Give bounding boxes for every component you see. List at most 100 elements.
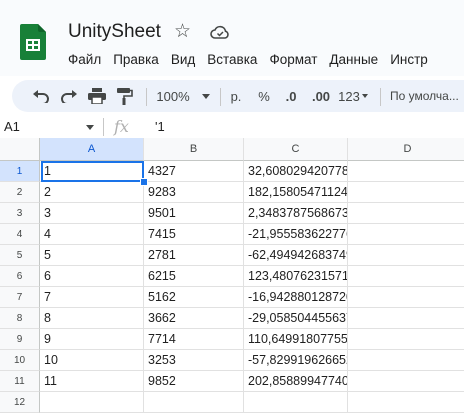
- cell-d8[interactable]: [348, 308, 464, 329]
- print-icon[interactable]: [86, 80, 108, 112]
- cell-b7[interactable]: 5162: [144, 287, 244, 308]
- cell-b3[interactable]: 9501: [144, 203, 244, 224]
- cell-c6[interactable]: 123,48076231571376: [244, 266, 348, 287]
- menu-file[interactable]: Файл: [68, 50, 101, 70]
- cell-a2[interactable]: 2: [40, 182, 144, 203]
- chevron-down-icon[interactable]: [86, 125, 94, 130]
- sheets-logo-icon[interactable]: [20, 24, 46, 60]
- number-format-select[interactable]: 123: [336, 80, 370, 112]
- cell-b4[interactable]: 7415: [144, 224, 244, 245]
- cell-c1[interactable]: 32,60802942077842: [244, 161, 348, 182]
- row-header[interactable]: 7: [0, 287, 40, 308]
- menu-insert[interactable]: Вставка: [207, 50, 257, 70]
- cell-c4[interactable]: -21,95558362277655: [244, 224, 348, 245]
- menu-format[interactable]: Формат: [269, 50, 317, 70]
- cell-a7[interactable]: 7: [40, 287, 144, 308]
- zoom-select[interactable]: 100%: [152, 80, 214, 112]
- font-family-select[interactable]: По умолча...: [390, 80, 464, 112]
- zoom-value: 100%: [156, 88, 190, 104]
- cell-a8[interactable]: 8: [40, 308, 144, 329]
- column-header-c[interactable]: C: [244, 138, 348, 161]
- toolbar: 100% р. % .0 .00 123 По умолча...: [12, 80, 464, 112]
- menu-edit[interactable]: Правка: [113, 50, 159, 70]
- cell-d2[interactable]: [348, 182, 464, 203]
- cell-d10[interactable]: [348, 350, 464, 371]
- column-header-a[interactable]: A: [40, 138, 144, 161]
- row-header[interactable]: 2: [0, 182, 40, 203]
- cell-d9[interactable]: [348, 329, 464, 350]
- cell-a1[interactable]: 1: [40, 161, 144, 182]
- row-header[interactable]: 8: [0, 308, 40, 329]
- number-format-label: 123: [338, 88, 360, 104]
- row-header[interactable]: 4: [0, 224, 40, 245]
- cell-b8[interactable]: 3662: [144, 308, 244, 329]
- cloud-status-icon[interactable]: [210, 24, 230, 40]
- cell-a4[interactable]: 4: [40, 224, 144, 245]
- undo-icon[interactable]: [30, 80, 52, 112]
- cell-a3[interactable]: 3: [40, 203, 144, 224]
- cell-c10[interactable]: -57,82991962665284: [244, 350, 348, 371]
- decrease-decimal-label: .0: [285, 88, 297, 104]
- cell-a5[interactable]: 5: [40, 245, 144, 266]
- cell-c5[interactable]: -62,49494268374916: [244, 245, 348, 266]
- cell-c11[interactable]: 202,8588994774055: [244, 371, 348, 392]
- row-header[interactable]: 6: [0, 266, 40, 287]
- select-all-corner[interactable]: [0, 138, 40, 161]
- cell-c2[interactable]: 182,1580547112462: [244, 182, 348, 203]
- menu-view[interactable]: Вид: [171, 50, 195, 70]
- cell-a9[interactable]: 9: [40, 329, 144, 350]
- row-header[interactable]: 5: [0, 245, 40, 266]
- cell-d3[interactable]: [348, 203, 464, 224]
- column-header-b[interactable]: B: [144, 138, 244, 161]
- cell-d11[interactable]: [348, 371, 464, 392]
- cell-b5[interactable]: 2781: [144, 245, 244, 266]
- document-title[interactable]: UnitySheet: [68, 21, 161, 43]
- currency-format-button[interactable]: р.: [226, 80, 246, 112]
- cell-b10[interactable]: 3253: [144, 350, 244, 371]
- cell-d4[interactable]: [348, 224, 464, 245]
- chevron-down-icon: [201, 93, 210, 99]
- cell-c7[interactable]: -16,942880128720837: [244, 287, 348, 308]
- cell-d7[interactable]: [348, 287, 464, 308]
- cell-b1[interactable]: 4327: [144, 161, 244, 182]
- increase-decimal-button[interactable]: .00: [308, 80, 334, 112]
- fill-handle[interactable]: [140, 178, 148, 186]
- menu-tools[interactable]: Инстр: [390, 50, 428, 70]
- paint-format-icon[interactable]: [114, 80, 136, 112]
- menu-bar: Файл Правка Вид Вставка Формат Данные Ин…: [68, 50, 440, 70]
- cell-d5[interactable]: [348, 245, 464, 266]
- cell-b12[interactable]: [144, 392, 244, 413]
- cell-b11[interactable]: 9852: [144, 371, 244, 392]
- cell-d1[interactable]: [348, 161, 464, 182]
- cell-c8[interactable]: -29,05850445563735: [244, 308, 348, 329]
- cell-a6[interactable]: 6: [40, 266, 144, 287]
- cell-b6[interactable]: 6215: [144, 266, 244, 287]
- menu-data[interactable]: Данные: [329, 50, 378, 70]
- star-icon[interactable]: ☆: [174, 20, 191, 44]
- row-header[interactable]: 10: [0, 350, 40, 371]
- toolbar-separator: [146, 88, 147, 106]
- row-header[interactable]: 3: [0, 203, 40, 224]
- cell-a11[interactable]: 11: [40, 371, 144, 392]
- row-header[interactable]: 12: [0, 392, 40, 413]
- cell-b2[interactable]: 9283: [144, 182, 244, 203]
- cell-b9[interactable]: 7714: [144, 329, 244, 350]
- spreadsheet-grid: ABCD11432732,60802942077842229283182,158…: [0, 138, 464, 413]
- percent-format-button[interactable]: %: [254, 80, 274, 112]
- cell-c3[interactable]: 2,348378756867392: [244, 203, 348, 224]
- column-header-d[interactable]: D: [348, 138, 464, 161]
- row-header[interactable]: 11: [0, 371, 40, 392]
- decrease-decimal-button[interactable]: .0: [280, 80, 302, 112]
- cell-a12[interactable]: [40, 392, 144, 413]
- formula-input[interactable]: '1: [155, 119, 165, 134]
- cell-a10[interactable]: 10: [40, 350, 144, 371]
- row-header[interactable]: 1: [0, 161, 40, 182]
- font-family-label: По умолча...: [390, 89, 459, 103]
- redo-icon[interactable]: [58, 80, 80, 112]
- row-header[interactable]: 9: [0, 329, 40, 350]
- cell-d6[interactable]: [348, 266, 464, 287]
- name-box[interactable]: A1: [4, 119, 20, 134]
- cell-c12[interactable]: [244, 392, 348, 413]
- cell-c9[interactable]: 110,64991807755324: [244, 329, 348, 350]
- cell-d12[interactable]: [348, 392, 464, 413]
